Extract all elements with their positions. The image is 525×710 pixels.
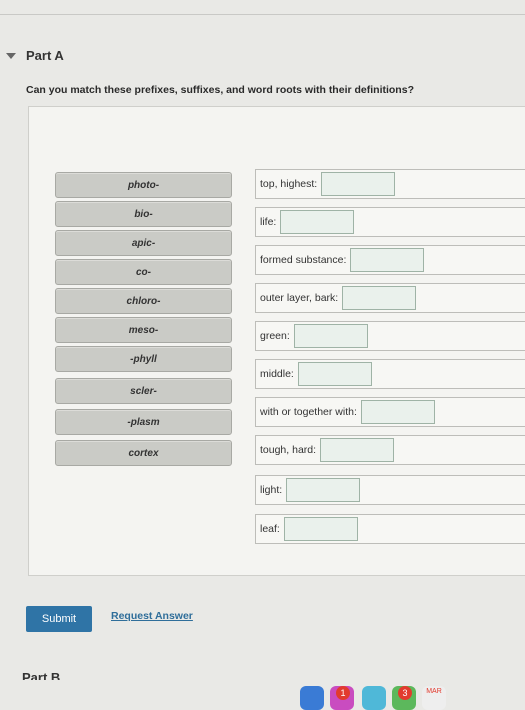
notification-badge: 3 — [398, 686, 412, 700]
definition-row: light: — [255, 475, 525, 505]
definition-label: top, highest: — [260, 178, 318, 190]
definition-row: middle: — [255, 359, 525, 389]
definition-label: middle: — [260, 368, 294, 380]
question-text: Can you match these prefixes, suffixes, … — [26, 84, 414, 96]
term-bio[interactable]: bio- — [55, 201, 232, 227]
term-cortex[interactable]: cortex — [55, 440, 232, 466]
drop-target[interactable] — [350, 248, 425, 272]
chevron-down-icon[interactable] — [6, 52, 16, 59]
definition-label: tough, hard: — [260, 444, 317, 456]
definition-label: green: — [260, 330, 290, 342]
definition-row: green: — [255, 321, 525, 351]
drop-target[interactable] — [321, 172, 396, 196]
definition-row: leaf: — [255, 514, 525, 544]
drop-target[interactable] — [286, 478, 361, 502]
part-header[interactable]: Part A — [6, 48, 64, 63]
term-plasm[interactable]: -plasm — [55, 409, 232, 435]
definition-label: formed substance: — [260, 254, 347, 266]
submit-button[interactable]: Submit — [26, 606, 92, 632]
term-meso[interactable]: meso- — [55, 317, 232, 343]
drop-target[interactable] — [320, 438, 395, 462]
term-co[interactable]: co- — [55, 259, 232, 285]
definition-row: life: — [255, 207, 525, 237]
definition-row: tough, hard: — [255, 435, 525, 465]
term-scler[interactable]: scler- — [55, 378, 232, 404]
app-icon[interactable] — [300, 686, 324, 710]
definition-row: outer layer, bark: — [255, 283, 525, 313]
definition-label: light: — [260, 484, 283, 496]
drop-target[interactable] — [360, 400, 435, 424]
term-apic[interactable]: apic- — [55, 230, 232, 256]
top-divider — [0, 14, 525, 15]
drop-target[interactable] — [280, 210, 355, 234]
notification-badge: 1 — [336, 686, 350, 700]
app-icon[interactable] — [362, 686, 386, 710]
definition-label: outer layer, bark: — [260, 292, 339, 304]
calendar-icon[interactable]: MAR — [422, 686, 446, 710]
definition-row: formed substance: — [255, 245, 525, 275]
drop-target[interactable] — [293, 324, 368, 348]
definition-label: with or together with: — [260, 406, 357, 418]
definition-label: life: — [260, 216, 277, 228]
drop-target[interactable] — [297, 362, 372, 386]
term-phyll[interactable]: -phyll — [55, 346, 232, 372]
term-photo[interactable]: photo- — [55, 172, 232, 198]
part-title: Part A — [26, 48, 64, 63]
definition-row: with or together with: — [255, 397, 525, 427]
term-chloro[interactable]: chloro- — [55, 288, 232, 314]
drop-target[interactable] — [342, 286, 417, 310]
request-answer-link[interactable]: Request Answer — [111, 610, 193, 622]
definition-label: leaf: — [260, 523, 280, 535]
definition-row: top, highest: — [255, 169, 525, 199]
drop-target[interactable] — [283, 517, 358, 541]
next-part-title: Part B — [22, 670, 61, 680]
